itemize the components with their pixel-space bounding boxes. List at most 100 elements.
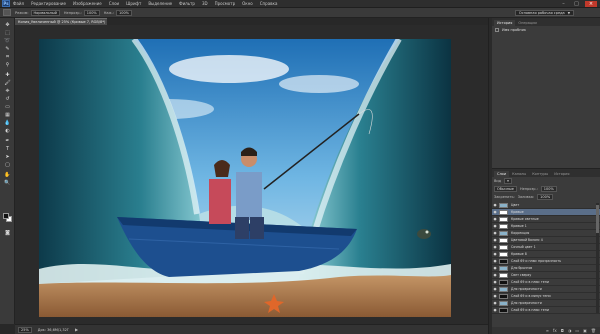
eye-icon[interactable]: ●: [493, 280, 497, 284]
foreground-color-swatch[interactable]: [3, 213, 9, 219]
layer-row[interactable]: ● Сочный цвет 1: [492, 244, 600, 251]
tab-paths[interactable]: Контуры: [529, 171, 552, 177]
eye-icon[interactable]: ●: [493, 203, 497, 207]
layer-row[interactable]: ● Кривые 1: [492, 223, 600, 230]
close-icon[interactable]: ×: [585, 1, 597, 7]
tab-channels[interactable]: Каналы: [509, 171, 530, 177]
opacity-field[interactable]: 100%: [83, 9, 100, 16]
layer-row[interactable]: ● Для прозрачности: [492, 300, 600, 307]
add-mask-icon[interactable]: ◘: [561, 328, 564, 333]
workspace-select[interactable]: Основная рабочая среда ▼: [514, 10, 574, 16]
eye-icon[interactable]: ●: [493, 308, 497, 312]
eye-icon[interactable]: ●: [493, 217, 497, 221]
layer-row[interactable]: ● Для прозрачности: [492, 286, 600, 293]
clone-stamp-tool-icon[interactable]: ⎈: [3, 88, 12, 94]
eye-icon[interactable]: ●: [493, 301, 497, 305]
hand-tool-icon[interactable]: ✋: [3, 172, 12, 178]
menu-select[interactable]: Выделение: [148, 1, 172, 6]
eye-icon[interactable]: ●: [493, 224, 497, 228]
layer-row[interactable]: ● Кривые 8: [492, 251, 600, 258]
layer-row[interactable]: ● Слой 69 и в минус тени: [492, 293, 600, 300]
layer-row[interactable]: ● Слой 69 и в плюс тени: [492, 279, 600, 286]
history-brush-tool-icon[interactable]: ↺: [3, 96, 12, 102]
tab-actions[interactable]: Операции: [515, 20, 540, 26]
layer-row[interactable]: ● Свет сверху: [492, 272, 600, 279]
layer-row[interactable]: ● Слой 69 и плюс прозрачность: [492, 258, 600, 265]
gradient-tool-icon[interactable]: ▦: [3, 112, 12, 118]
quick-mask-icon[interactable]: ◙: [3, 230, 12, 236]
blur-tool-icon[interactable]: 💧: [3, 120, 12, 126]
delete-layer-icon[interactable]: 🗑: [591, 328, 596, 333]
layer-row[interactable]: ● Для брызгов: [492, 265, 600, 272]
brush-tool-icon[interactable]: 🖌: [3, 80, 12, 86]
layer-row[interactable]: ● Слой 69 и в плюс тени: [492, 307, 600, 314]
maximize-icon[interactable]: □: [572, 1, 581, 7]
layer-row-selected[interactable]: ● Кривые: [492, 209, 600, 216]
tab-layers-history[interactable]: История: [551, 171, 573, 177]
minimize-icon[interactable]: –: [559, 1, 568, 7]
quick-select-tool-icon[interactable]: ✎: [3, 46, 12, 52]
menu-3d[interactable]: 3D: [202, 1, 208, 6]
adjustment-layer-icon[interactable]: ◑: [568, 328, 572, 333]
layer-kind-select[interactable]: ▾: [504, 178, 512, 184]
eye-icon[interactable]: ●: [493, 259, 497, 263]
path-select-tool-icon[interactable]: ➤: [3, 154, 12, 160]
eye-icon[interactable]: ●: [493, 238, 497, 242]
scroll-thumb[interactable]: [596, 205, 599, 233]
eye-icon[interactable]: ●: [493, 231, 497, 235]
marquee-tool-icon[interactable]: ⬚: [3, 30, 12, 36]
brush-preset-icon[interactable]: [3, 9, 11, 16]
menu-edit[interactable]: Редактирование: [31, 1, 66, 6]
tab-history[interactable]: История: [494, 20, 516, 26]
menu-filter[interactable]: Фильтр: [179, 1, 195, 6]
menu-window[interactable]: Окно: [242, 1, 253, 6]
link-layers-icon[interactable]: ∞: [546, 328, 549, 333]
dodge-tool-icon[interactable]: ◐: [3, 128, 12, 134]
layer-row[interactable]: ● Цвет: [492, 202, 600, 209]
canvas-area[interactable]: [15, 25, 488, 324]
eye-icon[interactable]: ●: [493, 210, 497, 214]
tab-layers[interactable]: Слои: [494, 171, 510, 177]
shape-tool-icon[interactable]: ▢: [3, 162, 12, 168]
eraser-tool-icon[interactable]: ▭: [3, 104, 12, 110]
mode-select[interactable]: Нормальный: [30, 9, 60, 16]
layers-panel: Слои Каналы Контуры История Вид ▾ Обычны…: [492, 168, 600, 334]
flow-field[interactable]: 100%: [115, 9, 132, 16]
move-tool-icon[interactable]: ✥: [3, 22, 12, 28]
canvas-image[interactable]: [39, 39, 451, 317]
eyedropper-tool-icon[interactable]: ⚲: [3, 62, 12, 68]
fill-field[interactable]: 100%: [537, 194, 554, 200]
eye-icon[interactable]: ●: [493, 287, 497, 291]
layer-row[interactable]: ● Кривые светлые: [492, 216, 600, 223]
status-menu-arrow-icon[interactable]: ▶: [75, 327, 78, 332]
document-tab[interactable]: Копия_Увеличенный @ 25% (Кривые 7, RGB/8…: [15, 18, 107, 25]
menu-help[interactable]: Справка: [260, 1, 278, 6]
eye-icon[interactable]: ●: [493, 273, 497, 277]
eye-icon[interactable]: ●: [493, 294, 497, 298]
layer-name: Слой 69 и в плюс тени: [511, 308, 549, 312]
layer-row[interactable]: ● Коррекция: [492, 230, 600, 237]
layer-opacity-field[interactable]: 100%: [540, 186, 557, 192]
menu-image[interactable]: Изображение: [73, 1, 102, 6]
eye-icon[interactable]: ●: [493, 245, 497, 249]
history-item[interactable]: Имя пробник: [492, 26, 600, 33]
new-group-icon[interactable]: ▭: [575, 328, 579, 333]
eye-icon[interactable]: ●: [493, 252, 497, 256]
menu-view[interactable]: Просмотр: [215, 1, 236, 6]
menu-layers[interactable]: Слои: [109, 1, 119, 6]
crop-tool-icon[interactable]: ⌗: [3, 54, 12, 60]
zoom-tool-icon[interactable]: 🔍: [3, 180, 12, 186]
zoom-level-field[interactable]: 25%: [18, 326, 32, 333]
menu-type[interactable]: Шрифт: [126, 1, 141, 6]
pen-tool-icon[interactable]: ✒: [3, 138, 12, 144]
new-layer-icon[interactable]: ▣: [583, 328, 587, 333]
blend-mode-select[interactable]: Обычные: [494, 186, 517, 192]
healing-tool-icon[interactable]: ✚: [3, 72, 12, 78]
layer-row[interactable]: ● Цветовой баланс 4: [492, 237, 600, 244]
type-tool-icon[interactable]: T: [3, 146, 12, 152]
layer-style-icon[interactable]: fx: [553, 328, 557, 333]
menu-file[interactable]: Файл: [13, 1, 24, 6]
eye-icon[interactable]: ●: [493, 266, 497, 270]
lasso-tool-icon[interactable]: ➰: [3, 38, 12, 44]
layers-scrollbar[interactable]: [596, 203, 599, 313]
